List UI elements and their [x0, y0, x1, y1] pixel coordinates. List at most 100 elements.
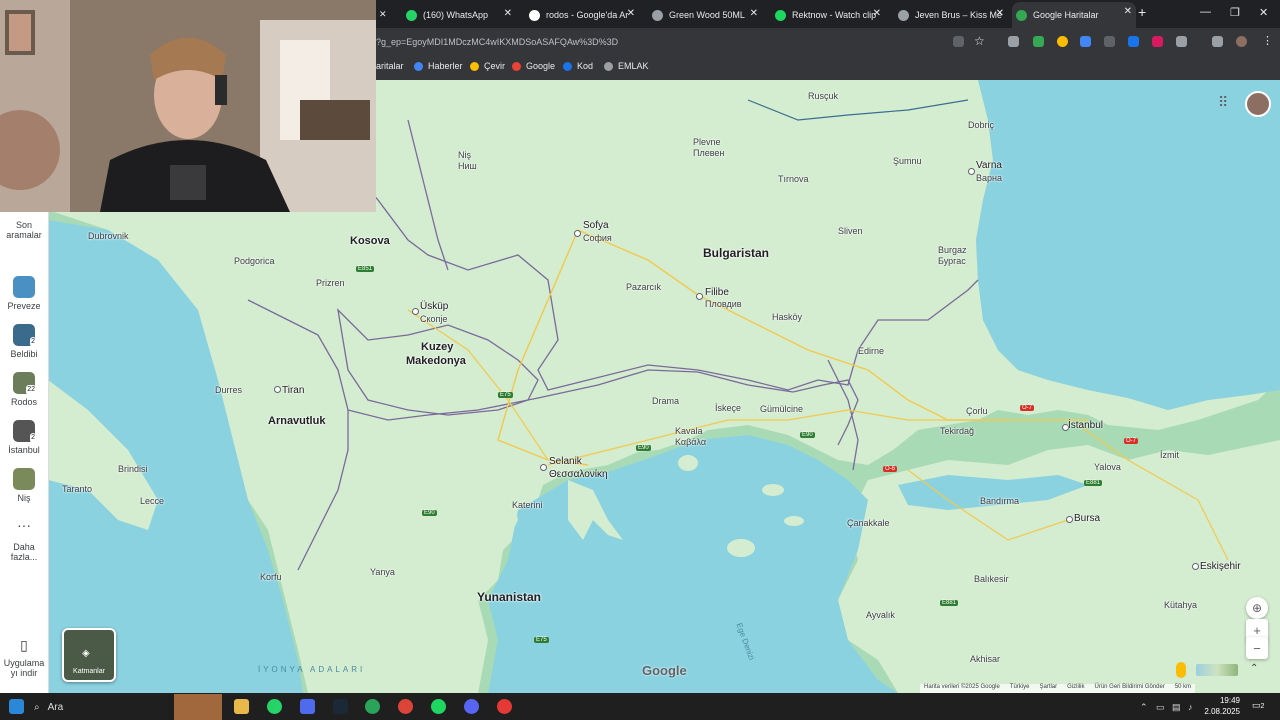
phone-icon[interactable]: ▯ — [0, 638, 48, 652]
extension-icon[interactable] — [1057, 36, 1068, 47]
close-tab-icon[interactable]: ✕ — [379, 9, 387, 20]
map-city-dot[interactable] — [968, 168, 975, 175]
map-city-dot[interactable] — [696, 293, 703, 300]
map-label-city: Tekirdağ — [940, 426, 975, 436]
spotify-icon[interactable] — [431, 699, 446, 714]
url-input[interactable]: ?g_ep=EgoyMDI1MDczMC4wIKXMDSoASAFQAw%3D%… — [376, 37, 618, 47]
recent-search-label: İstanbul — [8, 445, 40, 455]
file-explorer-icon[interactable] — [234, 699, 249, 714]
footer-privacy[interactable]: Gizlilik — [1067, 684, 1084, 693]
browser-tab[interactable]: Jeven Brus – Kiss Me ✕ — [894, 4, 1008, 26]
map-city-dot[interactable] — [274, 386, 281, 393]
bookmark-item[interactable]: Çevir — [470, 61, 505, 71]
recent-search-item[interactable]: Niş — [0, 468, 48, 503]
map-label-city: Tırnova — [778, 174, 809, 184]
browser-tab[interactable]: rodos - Google'da Ar ✕ — [525, 4, 639, 26]
bookmark-item[interactable]: Kod — [563, 61, 593, 71]
map-type-thumbnails[interactable] — [1196, 664, 1238, 676]
bookmark-item[interactable]: aritalar — [376, 61, 404, 71]
bookmark-item[interactable]: EMLAK — [604, 61, 649, 71]
translate-icon[interactable] — [1080, 36, 1091, 47]
close-tab-icon[interactable]: ✕ — [750, 8, 758, 19]
whatsapp-icon[interactable] — [267, 699, 282, 714]
browser-tab[interactable]: Google Haritalar ✕ — [1012, 2, 1136, 28]
close-tab-icon[interactable]: ✕ — [996, 8, 1004, 19]
close-tab-icon[interactable]: ✕ — [627, 8, 635, 19]
footer-feedback[interactable]: Ürün Geri Bildirimi Gönder — [1094, 684, 1164, 693]
road-shield: E881 — [940, 600, 959, 606]
extension-icon[interactable] — [1104, 36, 1115, 47]
tray-icon[interactable]: ▭ — [1156, 702, 1165, 713]
recent-search-item[interactable]: 2 Beldibi — [0, 324, 48, 359]
footer-scale[interactable]: 50 km — [1175, 684, 1191, 693]
taskbar-search-label: Ara — [47, 701, 64, 713]
reading-list-icon[interactable] — [1212, 36, 1223, 47]
maximize-icon[interactable]: ❐ — [1230, 6, 1240, 19]
store-icon[interactable] — [300, 699, 315, 714]
map-city-dot[interactable] — [412, 308, 419, 315]
road-shield: E90 — [636, 445, 651, 451]
extension-icon[interactable] — [1152, 36, 1163, 47]
footer-terms[interactable]: Şartlar — [1039, 684, 1057, 693]
bookmark-star-icon[interactable]: ☆ — [974, 34, 985, 48]
extension-icon[interactable] — [1128, 36, 1139, 47]
my-location-icon[interactable]: ⊕ — [1246, 597, 1268, 619]
bookmark-item[interactable]: Google — [512, 61, 555, 71]
more-dots-icon[interactable]: ··· — [0, 518, 48, 532]
search-icon: ⌕ — [34, 701, 40, 713]
more-label[interactable]: Daha fazla... — [0, 542, 48, 562]
map-label-country: Kuzey — [421, 341, 454, 353]
windows-start-icon[interactable] — [9, 699, 24, 714]
account-avatar[interactable] — [1245, 91, 1271, 117]
discord-icon[interactable] — [464, 699, 479, 714]
bookmark-icon — [604, 61, 613, 71]
browser-tab[interactable]: Rektnow - Watch clip ✕ — [771, 4, 885, 26]
close-window-icon[interactable]: ✕ — [1259, 6, 1268, 19]
map-label-city: Пловдив — [705, 299, 742, 309]
profile-avatar[interactable] — [1236, 36, 1247, 47]
browser-tab[interactable]: (160) WhatsApp ✕ — [402, 4, 516, 26]
map-city-dot[interactable] — [540, 464, 547, 471]
visit-count-badge: 2 — [30, 433, 36, 443]
menu-dots-icon[interactable]: ⋮ — [1262, 34, 1273, 47]
map-city-dot[interactable] — [1066, 516, 1073, 523]
footer-region[interactable]: Türkiye — [1010, 684, 1030, 693]
road-shield: E90 — [422, 510, 437, 516]
expand-chevron-icon[interactable]: ⌃ — [1250, 663, 1258, 674]
taskbar-clock[interactable]: 19:49 2.08.2025 — [1204, 695, 1240, 717]
map-label-city: Çorlu — [966, 406, 988, 416]
zoom-out-button[interactable]: − — [1246, 637, 1268, 659]
minimize-icon[interactable]: — — [1200, 6, 1211, 18]
map-label-sea: İYONYA ADALARI — [258, 665, 366, 674]
tray-chevron-icon[interactable]: ⌃ — [1140, 702, 1148, 713]
download-app-label[interactable]: Uygulama yı indir — [0, 658, 48, 678]
puzzle-icon[interactable] — [1176, 36, 1187, 47]
close-tab-icon[interactable]: ✕ — [873, 8, 881, 19]
recent-search-item[interactable]: Preveze — [0, 276, 48, 311]
notification-icon[interactable]: ▭2 — [1252, 700, 1264, 711]
taskbar-widget-image[interactable] — [174, 694, 222, 720]
recent-searches-label[interactable]: Son aramalar — [0, 220, 48, 240]
close-tab-icon[interactable]: ✕ — [1124, 6, 1132, 17]
map-city-dot[interactable] — [574, 230, 581, 237]
bookmark-item[interactable]: Haberler — [414, 61, 463, 71]
extension-icon[interactable] — [1033, 36, 1044, 47]
pegman-icon[interactable] — [1176, 662, 1186, 678]
extension-icon[interactable] — [1008, 36, 1019, 47]
steam-icon[interactable] — [333, 699, 348, 714]
taskbar-search[interactable]: ⌕ Ara — [34, 697, 184, 717]
google-apps-icon[interactable]: ⠿ — [1218, 94, 1228, 111]
obs-icon[interactable] — [497, 699, 512, 714]
app-icon[interactable] — [365, 699, 380, 714]
volume-icon[interactable]: ♪ — [1188, 702, 1193, 712]
cast-icon[interactable] — [953, 36, 964, 47]
close-tab-icon[interactable]: ✕ — [504, 8, 512, 19]
map-city-dot[interactable] — [1192, 563, 1199, 570]
new-tab-icon[interactable]: + — [1138, 4, 1146, 20]
chrome-icon[interactable] — [398, 699, 413, 714]
layers-button[interactable]: ◈ Katmanlar — [62, 628, 116, 682]
recent-search-item[interactable]: 22 Rodos — [0, 372, 48, 407]
browser-tab[interactable]: Green Wood 50ML ✕ — [648, 4, 762, 26]
network-icon[interactable]: ▤ — [1172, 702, 1181, 713]
recent-search-item[interactable]: 2 İstanbul — [0, 420, 48, 455]
